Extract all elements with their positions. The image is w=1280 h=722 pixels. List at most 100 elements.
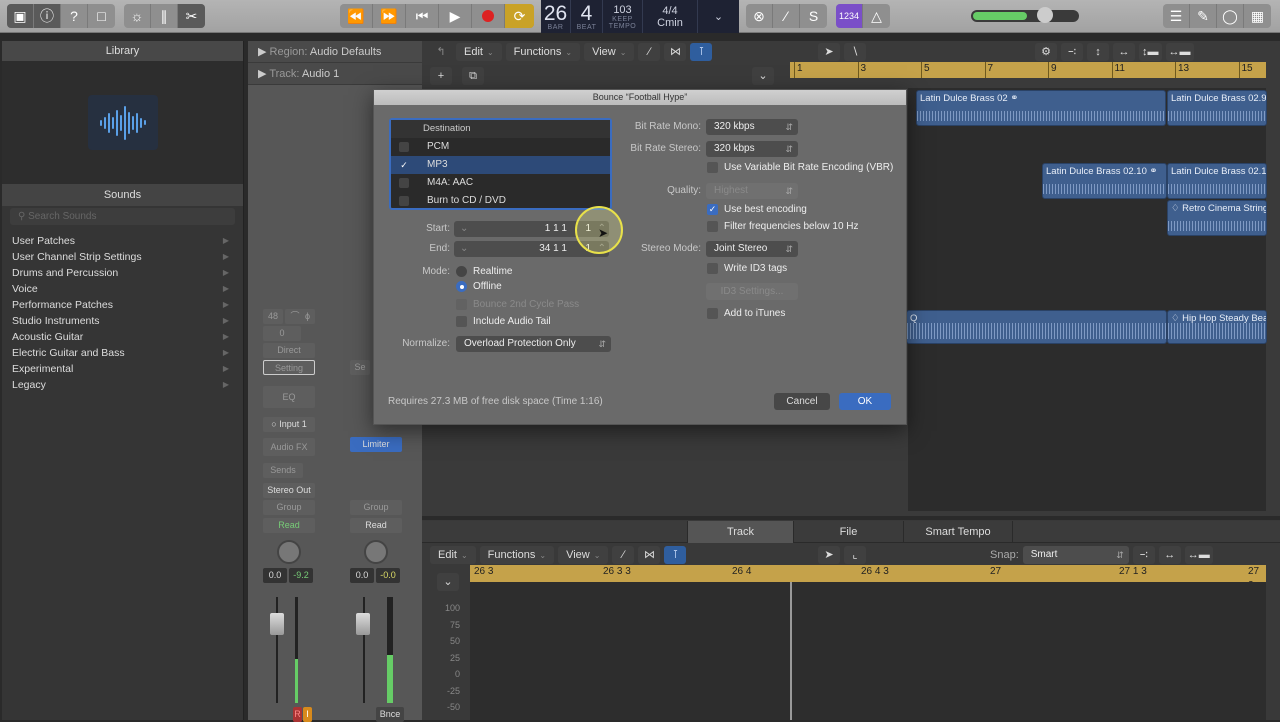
smart-controls-icon[interactable]: ☼ <box>124 4 151 28</box>
toolbar-icon[interactable]: □ <box>88 4 115 28</box>
editor-marquee-tool-icon[interactable]: ⌞ <box>844 546 866 564</box>
library-item[interactable]: Experimental ▶ <box>2 361 243 377</box>
editor-edit-menu[interactable]: Edit ⌄ <box>430 546 476 564</box>
playhead[interactable] <box>790 582 792 720</box>
checkbox[interactable] <box>399 178 409 188</box>
library-item[interactable]: Voice ▶ <box>2 281 243 297</box>
library-item[interactable]: Performance Patches ▶ <box>2 297 243 313</box>
tab-smart-tempo[interactable]: Smart Tempo <box>903 521 1013 543</box>
library-icon[interactable]: ▣ <box>7 4 34 28</box>
filter-frequencies-checkbox[interactable]: Filter frequencies below 10 Hz <box>707 221 859 232</box>
audio-region[interactable]: Latin Dulce Brass 02.11 <box>1167 163 1267 199</box>
normalize-popup[interactable]: Overload Protection Only ⇵ <box>456 336 611 352</box>
back-icon[interactable]: ↰ <box>430 43 452 61</box>
go-to-start-icon[interactable]: ⏮ <box>406 4 439 28</box>
ok-button[interactable]: OK <box>839 393 891 410</box>
audio-region[interactable]: ♢ Hip Hop Steady Beat 0 <box>1167 310 1267 344</box>
stereo-mode-popup[interactable]: Joint Stereo ⇵ <box>706 241 798 257</box>
audio-region[interactable]: ♢ Retro Cinema Strings <box>1167 200 1267 236</box>
quick-help-icon[interactable]: ? <box>61 4 88 28</box>
volume-fader-handle[interactable] <box>270 613 284 635</box>
settings-gear-icon[interactable]: ⚙ <box>1035 43 1057 61</box>
editor-flex-icon[interactable]: ⋈ <box>638 546 661 564</box>
group-button-2[interactable]: Group <box>350 500 402 515</box>
format-button[interactable]: 48 <box>263 309 283 324</box>
rewind-icon[interactable]: ⏪ <box>340 4 373 28</box>
destination-row[interactable]: M4A: AAC <box>391 174 610 192</box>
include-audio-tail-checkbox[interactable]: Include Audio Tail <box>456 316 551 327</box>
browser-icon[interactable]: ▦ <box>1244 4 1271 28</box>
fit-vertical-icon[interactable]: ↕ <box>1087 43 1109 61</box>
editor-waveform-zoom-icon[interactable]: ∹ <box>1132 546 1155 564</box>
search-sounds-input[interactable]: ⚲ Search Sounds <box>10 208 235 225</box>
editor-functions-menu[interactable]: Functions ⌄ <box>479 546 555 564</box>
automation-icon[interactable]: ∕ <box>638 43 661 61</box>
fit-horizontal-icon[interactable]: ↔ <box>1113 43 1135 61</box>
offline-radio[interactable]: Offline <box>456 281 502 292</box>
snap-popup[interactable]: Smart ⇵ <box>1022 546 1129 564</box>
destination-row[interactable]: PCM <box>391 138 610 156</box>
fast-forward-icon[interactable]: ⏩ <box>373 4 406 28</box>
editor-automation-icon[interactable]: ∕ <box>612 546 635 564</box>
waveform-zoom-icon[interactable]: ∹ <box>1061 43 1083 61</box>
automation-mode-button[interactable]: Read <box>263 518 315 533</box>
view-menu[interactable]: View ⌄ <box>584 43 635 61</box>
checkbox[interactable] <box>399 196 409 206</box>
note-pad-icon[interactable]: ✎ <box>1190 4 1217 28</box>
audio-region[interactable]: Q <box>906 310 1167 344</box>
record-icon[interactable] <box>472 4 505 28</box>
master-volume-slider[interactable] <box>971 7 1079 23</box>
library-item[interactable]: User Patches ▶ <box>2 233 243 249</box>
tab-track[interactable]: Track <box>687 521 793 543</box>
setting-button-2[interactable]: Se <box>350 360 370 375</box>
solo-icon[interactable]: S <box>800 4 827 28</box>
automation-mode-button-2[interactable]: Read <box>350 518 402 533</box>
global-tracks-icon[interactable]: ⌄ <box>752 67 774 85</box>
checkbox-checked[interactable]: ✓ <box>399 160 409 170</box>
library-item[interactable]: User Channel Strip Settings ▶ <box>2 249 243 265</box>
bit-rate-mono-popup[interactable]: 320 kbps ⇵ <box>706 119 798 135</box>
lcd-display[interactable]: 26 BAR 4 BEAT 103 KEEP TEMPO 4/4 Cmin ⌄ <box>541 0 739 33</box>
destination-row[interactable]: ✓ MP3 <box>391 156 610 174</box>
checkbox[interactable] <box>399 142 409 152</box>
list-editors-icon[interactable]: ☰ <box>1163 4 1190 28</box>
destination-row[interactable]: Burn to CD / DVD <box>391 192 610 210</box>
volume-fader-handle-2[interactable] <box>356 613 370 635</box>
eq-button[interactable]: EQ <box>263 386 315 408</box>
editor-canvas[interactable] <box>470 582 1266 720</box>
library-item[interactable]: Acoustic Guitar ▶ <box>2 329 243 345</box>
region-inspector-header[interactable]: ▶ Region: Audio Defaults <box>248 41 422 63</box>
audio-fx-slot[interactable]: Audio FX <box>263 438 315 456</box>
library-item[interactable]: Drums and Percussion ▶ <box>2 265 243 281</box>
audio-region[interactable]: Latin Dulce Brass 02.10 ⚭ <box>1042 163 1167 199</box>
direct-button[interactable]: Direct <box>263 343 315 358</box>
count-in-icon[interactable]: 1234 <box>836 4 863 28</box>
best-encoding-checkbox[interactable]: ✓ Use best encoding <box>707 204 807 215</box>
lcd-menu-chevron-icon[interactable]: ⌄ <box>698 0 739 33</box>
bit-rate-stereo-popup[interactable]: 320 kbps ⇵ <box>706 141 798 157</box>
limiter-plugin-slot[interactable]: Limiter <box>350 437 402 452</box>
catch-playhead-icon[interactable]: ⊺ <box>690 43 713 61</box>
input-gain-field[interactable]: 0 <box>263 326 301 341</box>
audio-region[interactable]: Latin Dulce Brass 02 ⚭ <box>916 90 1166 126</box>
vertical-zoom-slider[interactable]: ↕▬ <box>1139 43 1162 61</box>
replace-icon[interactable]: ⊗ <box>746 4 773 28</box>
realtime-radio[interactable]: Realtime <box>456 266 512 277</box>
mixer-icon[interactable]: ∥ <box>151 4 178 28</box>
volume-readout[interactable]: 0.0 <box>263 568 287 583</box>
sends-slot[interactable]: Sends <box>263 463 303 478</box>
library-item[interactable]: Studio Instruments ▶ <box>2 313 243 329</box>
cycle-icon[interactable]: ⟳ <box>505 4 534 28</box>
inspector-icon[interactable]: ⓘ <box>34 4 61 28</box>
track-canvas[interactable]: Latin Dulce Brass 02 ⚭ Latin Dulce Brass… <box>906 88 1267 511</box>
edit-menu[interactable]: Edit ⌄ <box>456 43 502 61</box>
add-to-itunes-checkbox[interactable]: Add to iTunes <box>707 308 785 319</box>
add-track-button[interactable]: + <box>430 67 452 85</box>
tab-file[interactable]: File <box>793 521 903 543</box>
editor-zoom-slider[interactable]: ↔▬ <box>1184 546 1213 564</box>
flex-icon[interactable]: ⋈ <box>664 43 687 61</box>
master-volume-knob[interactable] <box>1037 7 1053 23</box>
editor-view-menu[interactable]: View ⌄ <box>558 546 609 564</box>
tuner-icon[interactable]: ⁄ <box>773 4 800 28</box>
loop-browser-icon[interactable]: ◯ <box>1217 4 1244 28</box>
